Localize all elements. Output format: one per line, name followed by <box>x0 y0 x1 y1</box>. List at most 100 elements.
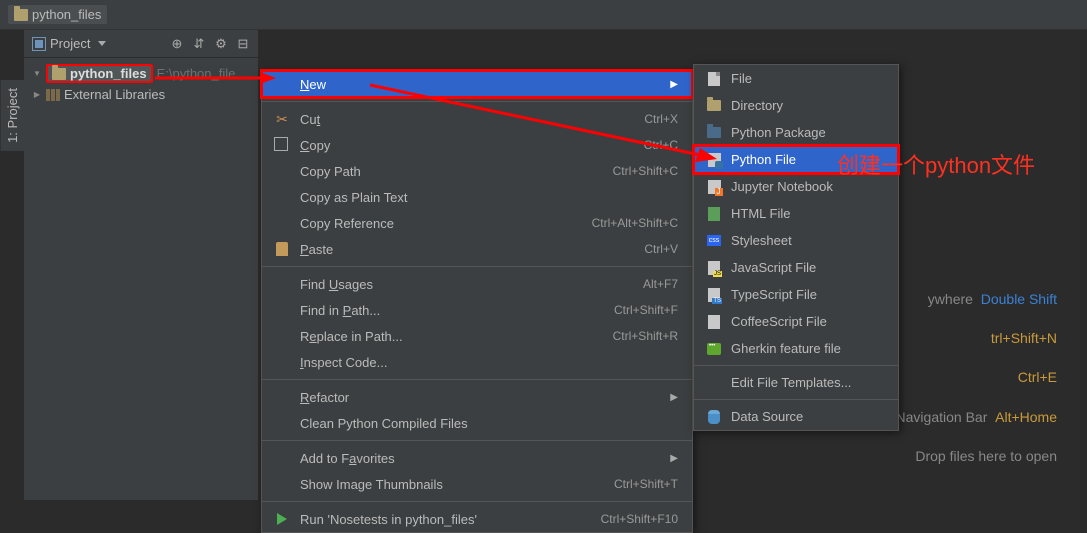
submenu-item-label: Python File <box>731 152 796 167</box>
paste-icon <box>274 242 290 256</box>
file-icon <box>706 72 722 86</box>
pypkg-icon <box>706 127 722 138</box>
submenu-item-gherkin-feature-file[interactable]: Gherkin feature file <box>694 335 898 362</box>
submenu-item-directory[interactable]: Directory <box>694 92 898 119</box>
menu-item-shortcut: Ctrl+Shift+T <box>614 477 678 491</box>
submenu-item-data-source[interactable]: Data Source <box>694 403 898 430</box>
project-view-icon <box>32 37 46 51</box>
menu-item-label: Add to Favorites <box>300 451 652 466</box>
menu-item-run-nosetests-in-python-files[interactable]: Run 'Nosetests in python_files' Ctrl+Shif… <box>262 506 692 532</box>
library-icon <box>46 89 60 101</box>
menu-item-paste[interactable]: PasteCtrl+V <box>262 236 692 262</box>
ts-icon <box>706 288 722 302</box>
external-libraries-label: External Libraries <box>64 87 165 102</box>
expand-icon[interactable] <box>32 90 42 100</box>
hint-drop-files-label: Drop files here to open <box>915 448 1057 464</box>
breadcrumb-bar: python_files <box>0 0 1087 30</box>
menu-item-cut[interactable]: ✂CutCtrl+X <box>262 106 692 132</box>
submenu-item-label: Python Package <box>731 125 826 140</box>
expand-icon[interactable] <box>32 69 42 79</box>
submenu-item-html-file[interactable]: HTML File <box>694 200 898 227</box>
menu-item-show-image-thumbnails[interactable]: Show Image ThumbnailsCtrl+Shift+T <box>262 471 692 497</box>
submenu-arrow-icon: ▶ <box>670 453 678 464</box>
menu-item-label: Copy as Plain Text <box>300 190 678 205</box>
hide-icon[interactable]: ⊟ <box>236 37 250 51</box>
submenu-item-label: Gherkin feature file <box>731 341 841 356</box>
submenu-item-label: HTML File <box>731 206 790 221</box>
menu-item-copy-path[interactable]: Copy PathCtrl+Shift+C <box>262 158 692 184</box>
submenu-item-edit-file-templates[interactable]: Edit File Templates... <box>694 369 898 396</box>
collapse-all-icon[interactable]: ⇵ <box>192 37 206 51</box>
annotation-text: 创建一个python文件 <box>837 148 1035 180</box>
project-root-path: E:\python_file <box>157 66 236 81</box>
menu-separator <box>262 501 692 502</box>
menu-item-label: Find Usages <box>300 277 633 292</box>
project-view-selector[interactable]: Project <box>32 36 170 51</box>
menu-item-shortcut: Ctrl+Shift+C <box>613 164 678 178</box>
submenu-item-label: Edit File Templates... <box>731 375 851 390</box>
menu-separator <box>694 399 898 400</box>
menu-item-refactor[interactable]: Refactor ▶ <box>262 384 692 410</box>
coffee-icon <box>706 315 722 329</box>
submenu-item-typescript-file[interactable]: TypeScript File <box>694 281 898 308</box>
css-icon: css <box>706 235 722 246</box>
project-tree[interactable]: python_files E:\python_file External Lib… <box>24 58 258 108</box>
menu-item-label: Copy Reference <box>300 216 582 231</box>
editor-hints: ywhere Double Shift trl+Shift+N Ctrl+E N… <box>896 280 1057 476</box>
menu-item-copy-as-plain-text[interactable]: Copy as Plain Text <box>262 184 692 210</box>
menu-item-label: Copy <box>300 138 634 153</box>
gear-icon[interactable]: ⚙ <box>214 37 228 51</box>
submenu-arrow-icon: ▶ <box>670 392 678 403</box>
menu-item-label: Find in Path... <box>300 303 604 318</box>
menu-item-inspect-code[interactable]: Inspect Code... <box>262 349 692 375</box>
project-panel-header: Project ⊕ ⇵ ⚙ ⊟ <box>24 30 258 58</box>
submenu-item-stylesheet[interactable]: css Stylesheet <box>694 227 898 254</box>
gherkin-icon <box>706 343 722 355</box>
menu-item-copy[interactable]: CopyCtrl+C <box>262 132 692 158</box>
project-root-name: python_files <box>70 66 147 81</box>
menu-item-shortcut: Ctrl+Shift+R <box>613 329 678 343</box>
menu-item-label: Refactor <box>300 390 652 405</box>
menu-item-shortcut: Ctrl+X <box>644 112 678 126</box>
submenu-item-label: Directory <box>731 98 783 113</box>
menu-item-label: Run 'Nosetests in python_files' <box>300 512 591 527</box>
submenu-item-javascript-file[interactable]: JavaScript File <box>694 254 898 281</box>
js-icon <box>706 261 722 275</box>
play-icon <box>274 513 290 525</box>
menu-item-find-in-path[interactable]: Find in Path...Ctrl+Shift+F <box>262 297 692 323</box>
submenu-item-label: File <box>731 71 752 86</box>
menu-item-clean-python-compiled-files[interactable]: Clean Python Compiled Files <box>262 410 692 436</box>
menu-item-shortcut: Ctrl+Alt+Shift+C <box>592 216 678 230</box>
project-panel: Project ⊕ ⇵ ⚙ ⊟ python_files E:\python_f… <box>24 30 259 500</box>
dropdown-arrow-icon <box>98 41 106 46</box>
menu-item-add-to-favorites[interactable]: Add to Favorites ▶ <box>262 445 692 471</box>
submenu-item-label: JavaScript File <box>731 260 816 275</box>
tree-row-external-libs[interactable]: External Libraries <box>30 85 252 104</box>
submenu-item-label: TypeScript File <box>731 287 817 302</box>
selected-highlight: python_files <box>46 64 153 83</box>
menu-item-shortcut: Ctrl+Shift+F10 <box>601 512 678 526</box>
submenu-new: FileDirectoryPython PackagePython FileJu… <box>693 64 899 431</box>
submenu-item-label: Stylesheet <box>731 233 792 248</box>
context-menu: New▶✂CutCtrl+XCopyCtrl+CCopy PathCtrl+Sh… <box>261 70 693 533</box>
tree-row-project-root[interactable]: python_files E:\python_file <box>30 62 252 85</box>
submenu-item-coffeescript-file[interactable]: CoffeeScript File <box>694 308 898 335</box>
menu-item-find-usages[interactable]: Find UsagesAlt+F7 <box>262 271 692 297</box>
hint-key: Alt+Home <box>995 409 1057 425</box>
menu-item-label: Cut <box>300 112 634 127</box>
menu-item-copy-reference[interactable]: Copy Reference Ctrl+Alt+Shift+C <box>262 210 692 236</box>
menu-item-replace-in-path[interactable]: Replace in Path...Ctrl+Shift+R <box>262 323 692 349</box>
folder-icon <box>52 68 66 80</box>
dir-icon <box>706 100 722 111</box>
menu-separator <box>694 365 898 366</box>
tool-window-tab-project[interactable]: 1: Project <box>0 80 24 151</box>
menu-item-label: Inspect Code... <box>300 355 678 370</box>
breadcrumb-item[interactable]: python_files <box>8 5 107 24</box>
scroll-from-source-icon[interactable]: ⊕ <box>170 37 184 51</box>
submenu-item-file[interactable]: File <box>694 65 898 92</box>
hint-key: trl+Shift+N <box>991 330 1057 346</box>
menu-item-new[interactable]: New▶ <box>262 71 692 97</box>
submenu-item-python-package[interactable]: Python Package <box>694 119 898 146</box>
jup-icon <box>706 180 722 194</box>
menu-item-shortcut: Ctrl+V <box>644 242 678 256</box>
